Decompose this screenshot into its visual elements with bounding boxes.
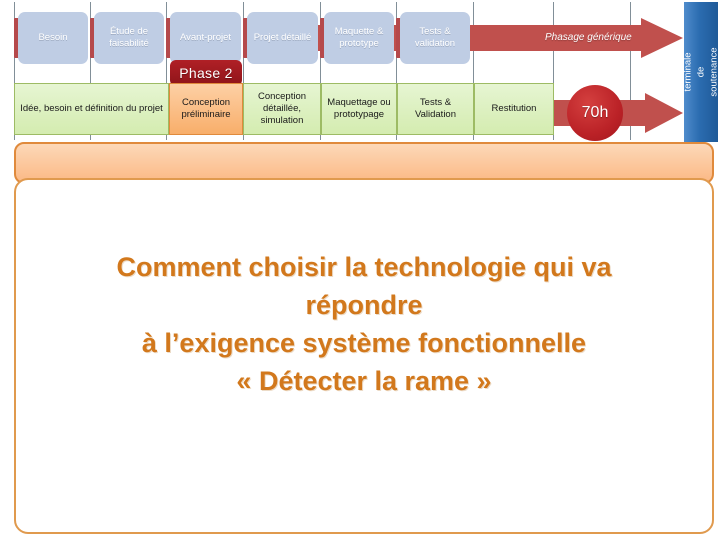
callout-line-3: à l’exigence système fonctionnelle bbox=[141, 328, 587, 358]
exam-bar-line-2: soutenance individuelle bbox=[708, 47, 719, 97]
phase-label: Tests & validation bbox=[414, 26, 456, 49]
phase-label: Besoin bbox=[38, 32, 68, 43]
activity-box-conception-preliminaire[interactable]: Conception préliminaire bbox=[169, 83, 243, 135]
activity-label: Maquettage ou prototypage bbox=[327, 97, 391, 120]
phase-label: Projet détaillé bbox=[253, 32, 312, 43]
activity-label: Tests & Validation bbox=[414, 97, 457, 120]
question-callout: Comment choisir la technologie qui va ré… bbox=[14, 178, 714, 534]
activity-box-tests-validation[interactable]: Tests & Validation bbox=[397, 83, 474, 135]
phase-box-projet-detaille[interactable]: Projet détaillé bbox=[247, 12, 318, 64]
callout-text-block: Comment choisir la technologie qui va ré… bbox=[16, 248, 712, 400]
activity-box-restitution[interactable]: Restitution bbox=[474, 83, 554, 135]
phase-label: Avant-projet bbox=[179, 32, 232, 43]
activity-label: Conception préliminaire bbox=[181, 97, 231, 120]
phase-label: Maquette & prototype bbox=[334, 26, 384, 49]
phase-2-label: Phase 2 bbox=[179, 65, 233, 81]
activity-label: Restitution bbox=[491, 103, 537, 114]
callout-line-4: « Détecter la rame » bbox=[236, 366, 492, 396]
exam-bar-text: Épreuve terminale de soutenance individu… bbox=[684, 47, 718, 96]
exam-bar: Épreuve terminale de soutenance individu… bbox=[684, 2, 718, 142]
phase-box-maquette-prototype[interactable]: Maquette & prototype bbox=[324, 12, 394, 64]
activity-label: Conception détaillée, simulation bbox=[257, 91, 307, 126]
exam-bar-text-wrap: Épreuve terminale de soutenance individu… bbox=[684, 47, 718, 96]
callout-line-2: répondre bbox=[305, 290, 423, 320]
hours-badge: 70h bbox=[567, 85, 623, 141]
hours-label: 70h bbox=[581, 104, 609, 121]
generic-phasing-label: Phasage générique bbox=[545, 32, 632, 43]
activity-label: Idée, besoin et définition du projet bbox=[20, 103, 163, 114]
phase-box-besoin[interactable]: Besoin bbox=[18, 12, 88, 64]
activity-box-idee-besoin[interactable]: Idée, besoin et définition du projet bbox=[14, 83, 169, 135]
activity-box-maquettage[interactable]: Maquettage ou prototypage bbox=[321, 83, 397, 135]
activity-box-conception-detaillee[interactable]: Conception détaillée, simulation bbox=[243, 83, 321, 135]
phase-box-tests-validation[interactable]: Tests & validation bbox=[400, 12, 470, 64]
callout-line-1: Comment choisir la technologie qui va bbox=[116, 252, 612, 282]
phase-box-avant-projet[interactable]: Avant-projet bbox=[170, 12, 241, 64]
phase-label: Étude de faisabilité bbox=[109, 26, 149, 49]
phase-box-etude-faisabilite[interactable]: Étude de faisabilité bbox=[94, 12, 164, 64]
exam-bar-line-1: Épreuve terminale de bbox=[684, 52, 707, 92]
